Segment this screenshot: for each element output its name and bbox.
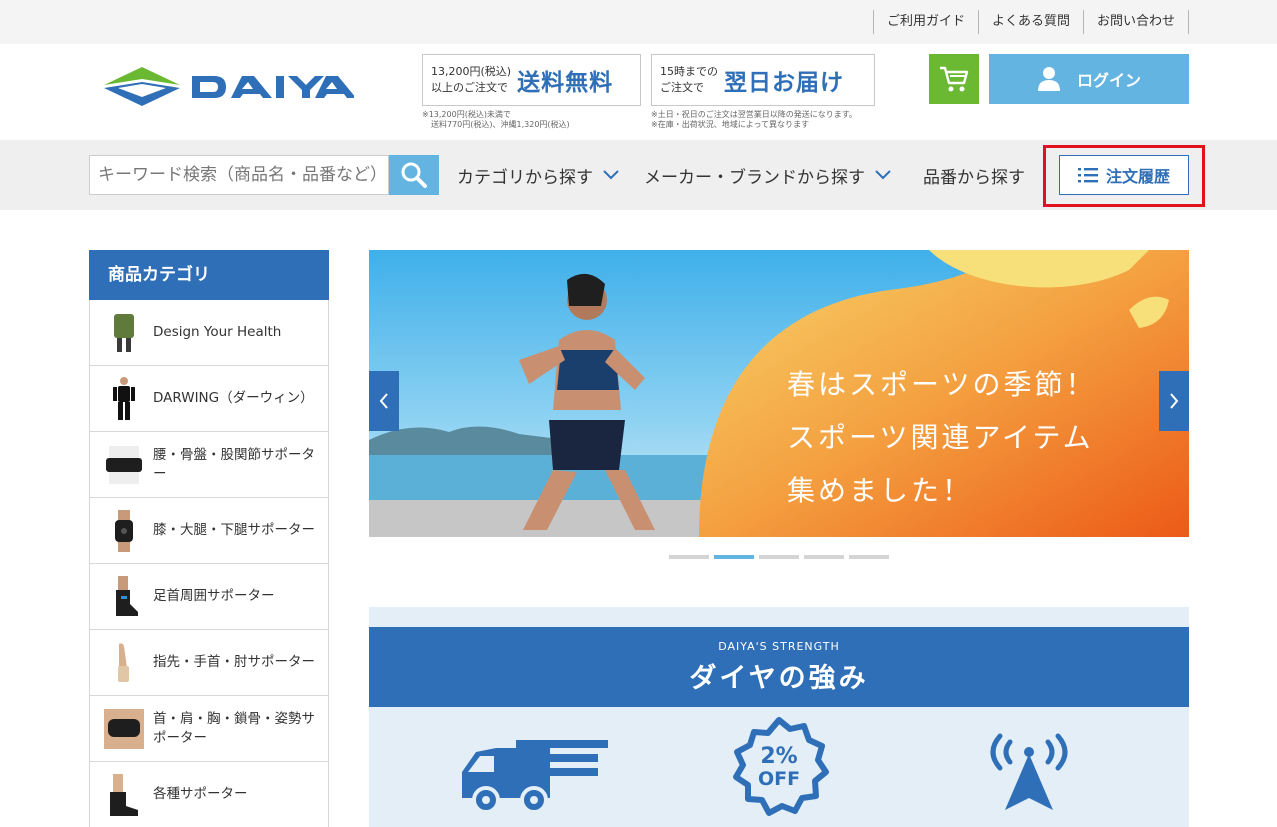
free-shipping-small-1: 13,200円(税込) [431, 65, 512, 78]
product-thumbnail [104, 704, 144, 754]
next-day-note-1: ※土日・祝日のご注文は翌営業日以降の発送になります。 [651, 110, 857, 119]
discount-off: OFF [757, 768, 801, 790]
banner-line-3: 集めました！ [787, 474, 974, 507]
nav-maker-label: メーカー・ブランドから探す [644, 167, 865, 188]
free-shipping-promo: 13,200円(税込) 以上のご注文で 送料無料 [422, 54, 641, 106]
search-icon [401, 162, 427, 188]
cart-button[interactable] [929, 54, 979, 104]
sidebar-item-label: 足首周囲サポーター [153, 588, 275, 604]
chevron-right-icon [1170, 393, 1179, 409]
slide-dot-active[interactable] [714, 555, 754, 559]
product-thumbnail [104, 506, 144, 556]
sidebar-item-neck-shoulder[interactable]: 首・肩・胸・鎖骨・姿勢サポーター [90, 696, 328, 762]
slide-next-button[interactable] [1159, 371, 1189, 431]
nav-part-number-label: 品番から探す [923, 167, 1025, 188]
nav-maker[interactable]: メーカー・ブランドから探す [644, 162, 891, 188]
sidebar-item-darwing[interactable]: DARWING（ダーウィン） [90, 366, 328, 432]
slide-dot[interactable] [804, 555, 844, 559]
sidebar-item-other[interactable]: 各種サポーター [90, 762, 328, 827]
strength-title: ダイヤの強み [689, 663, 869, 694]
search-input[interactable] [89, 155, 389, 195]
free-shipping-note-1: ※13,200円(税込)未満で [422, 110, 511, 119]
faq-link[interactable]: よくある質問 [977, 10, 1083, 34]
free-shipping-note: ※13,200円(税込)未満で 送料770円(税込)、沖縄1,320円(税込) [422, 110, 570, 130]
product-thumbnail [104, 440, 144, 490]
order-history-label: 注文履歴 [1105, 167, 1170, 186]
sidebar-item-label: 各種サポーター [153, 786, 248, 802]
free-shipping-big: 送料無料 [517, 70, 614, 96]
next-day-note: ※土日・祝日のご注文は翌営業日以降の発送になります。 ※在庫・出荷状況、地域によ… [651, 110, 857, 130]
slide-prev-button[interactable] [369, 371, 399, 431]
next-day-note-2: ※在庫・出荷状況、地域によって異なります [651, 120, 810, 129]
strength-header: DAIYA'S STRENGTH ダイヤの強み [369, 627, 1189, 707]
sidebar-item-knee[interactable]: 膝・大腿・下腿サポーター [90, 498, 328, 564]
slide-dot[interactable] [759, 555, 799, 559]
top-links: ご利用ガイド よくある質問 お問い合わせ [872, 10, 1189, 34]
list-icon [1077, 168, 1098, 183]
product-thumbnail [104, 638, 144, 688]
top-utility-bar: ご利用ガイド よくある質問 お問い合わせ [0, 0, 1277, 44]
sidebar-title: 商品カテゴリ [89, 250, 329, 300]
daiya-logo-icon [104, 67, 356, 106]
user-icon [1037, 67, 1060, 91]
sidebar-item-label: Design Your Health [153, 324, 282, 340]
sidebar-item-design-your-health[interactable]: Design Your Health [90, 300, 328, 366]
sidebar-item-label: DARWING（ダーウィン） [153, 390, 314, 406]
nav-category[interactable]: カテゴリから探す [457, 162, 619, 188]
login-button[interactable]: ログイン [989, 54, 1189, 104]
antenna-signal-icon [990, 733, 1068, 810]
daiya-logo[interactable] [104, 67, 356, 107]
slide-dot[interactable] [669, 555, 709, 559]
next-day-small-1: 15時までの [660, 65, 718, 78]
sidebar-item-ankle[interactable]: 足首周囲サポーター [90, 564, 328, 630]
discount-badge-icon: 2% OFF [729, 717, 829, 817]
next-day-promo: 15時までの ご注文で 翌日お届け [651, 54, 875, 106]
product-thumbnail [104, 572, 144, 622]
hero-banner[interactable]: 春はスポーツの季節！ スポーツ関連アイテム 集めました！ [369, 250, 1189, 537]
product-thumbnail [104, 770, 144, 820]
next-day-small-2: ご注文で [660, 81, 704, 94]
sidebar-item-label: 指先・手首・肘サポーター [153, 654, 315, 670]
next-day-big: 翌日お届け [724, 70, 844, 96]
free-shipping-note-2: 送料770円(税込)、沖縄1,320円(税込) [431, 120, 570, 129]
banner-line-2: スポーツ関連アイテム [787, 421, 1094, 454]
sidebar-item-label: 腰・骨盤・股関節サポーター [153, 446, 315, 482]
discount-percent: 2% [760, 744, 798, 769]
slide-dot[interactable] [849, 555, 889, 559]
order-history-button[interactable]: 注文履歴 [1059, 155, 1189, 195]
product-thumbnail [104, 308, 144, 358]
sidebar-item-label: 膝・大腿・下腿サポーター [153, 522, 315, 538]
banner-line-1: 春はスポーツの季節！ [787, 368, 1097, 401]
slide-indicators [669, 555, 894, 559]
chevron-down-icon [603, 170, 619, 180]
free-shipping-small-2: 以上のご注文で [431, 81, 508, 94]
nav-category-label: カテゴリから探す [457, 167, 593, 188]
category-sidebar: 商品カテゴリ Design Your Health DARWING（ダーウィン）… [89, 250, 329, 827]
strength-subtitle: DAIYA'S STRENGTH [718, 640, 840, 653]
search-button[interactable] [389, 155, 439, 195]
guide-link[interactable]: ご利用ガイド [872, 10, 978, 34]
nav-part-number[interactable]: 品番から探す [923, 162, 1025, 188]
sidebar-item-finger-wrist[interactable]: 指先・手首・肘サポーター [90, 630, 328, 696]
login-label: ログイン [1076, 71, 1141, 90]
product-thumbnail [104, 374, 144, 424]
sidebar-item-label: 首・肩・胸・鎖骨・姿勢サポーター [153, 710, 315, 746]
delivery-truck-icon [462, 740, 608, 814]
sidebar-item-waist[interactable]: 腰・骨盤・股関節サポーター [90, 432, 328, 498]
chevron-left-icon [379, 393, 388, 409]
contact-link[interactable]: お問い合わせ [1082, 10, 1189, 34]
cart-icon [940, 66, 969, 92]
banner-caption: 春はスポーツの季節！ スポーツ関連アイテム 集めました！ [787, 358, 1096, 517]
chevron-down-icon [875, 170, 891, 180]
